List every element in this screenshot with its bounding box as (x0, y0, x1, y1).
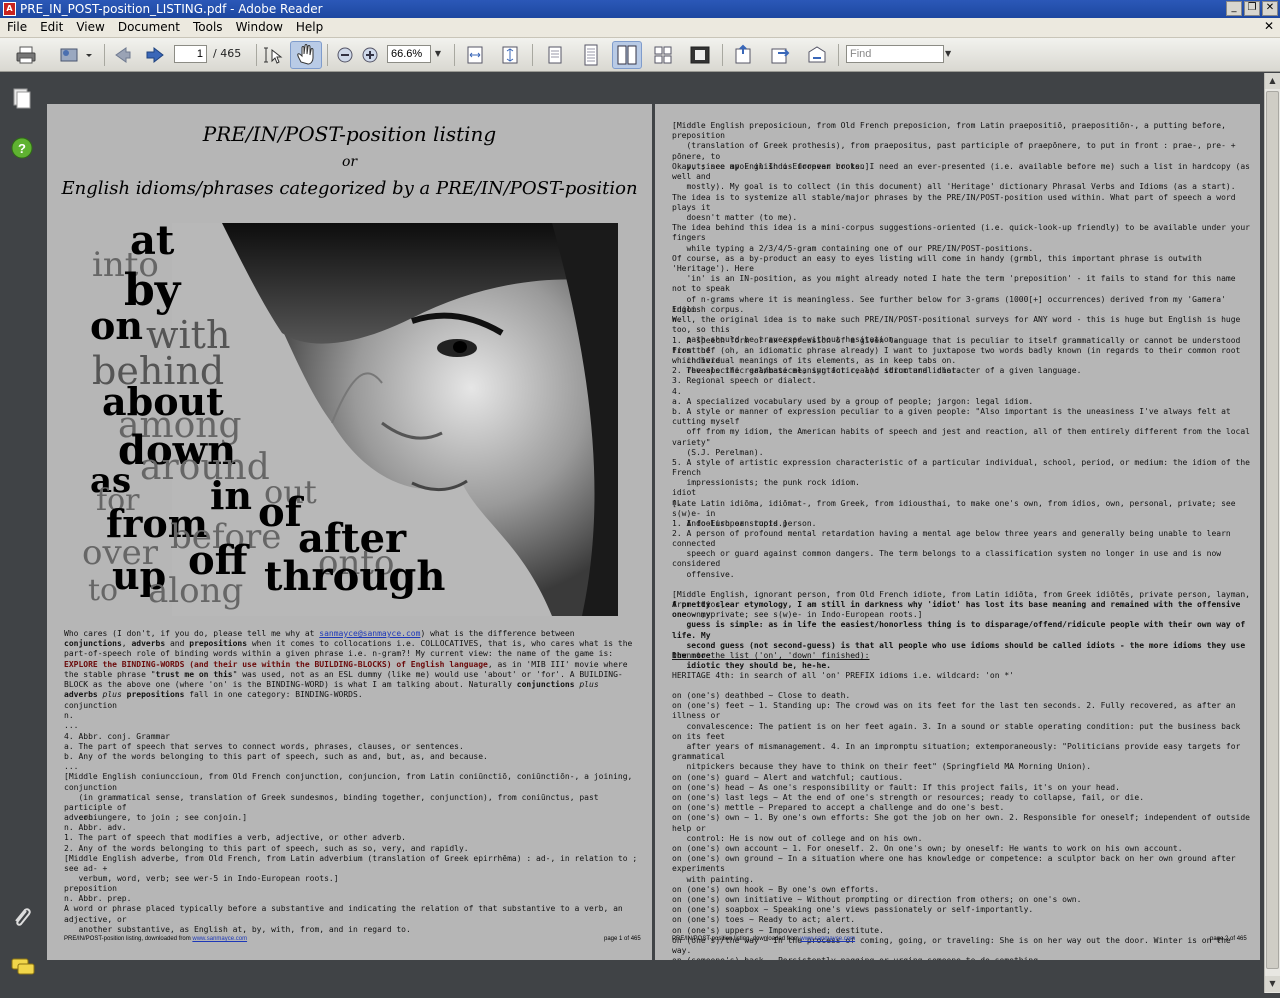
menu-document[interactable]: Document (111, 18, 186, 38)
sign-icon[interactable] (805, 44, 829, 66)
conjunction-definition: conjunction n. ... 4. Abbr. conj. Gramma… (64, 701, 633, 823)
pdf-page-2: [Middle English preposicioun, from Old F… (655, 104, 1260, 960)
menu-bar: File Edit View Document Tools Window Help ✕ (0, 18, 1280, 38)
hero-word: to (88, 573, 119, 608)
page-number-input[interactable]: 1 (174, 45, 207, 63)
collaborate-icon[interactable] (58, 44, 94, 66)
comments-icon[interactable] (10, 956, 36, 982)
document-title: PRE/IN/POST-position listing (202, 122, 497, 146)
svg-text:?: ? (18, 141, 26, 156)
hero-word: along (148, 571, 244, 611)
full-screen-icon[interactable] (688, 44, 712, 66)
attachments-icon[interactable] (10, 905, 34, 933)
document-subtitle: English idioms/phrases categorized by a … (61, 178, 638, 199)
footer-link[interactable]: www.sanmayce.com (800, 936, 855, 942)
next-page-icon[interactable] (143, 44, 167, 66)
page-total-label: / 465 (213, 47, 242, 60)
idiom-list: on (one's) deathbed ~ Close to death. on… (672, 691, 1250, 960)
single-page-icon[interactable] (543, 44, 567, 66)
scrollbar-thumb[interactable] (1266, 91, 1279, 969)
hero-image: at into by on with behind about among do… (82, 223, 618, 616)
page-footer: PRE/IN/POST-position listing, downloaded… (672, 936, 856, 942)
heritage-heading: HERITAGE 4th: in search of all 'on' PREF… (672, 671, 1014, 680)
menu-edit[interactable]: Edit (33, 18, 69, 38)
window-title: PRE_IN_POST-position_LISTING.pdf - Adobe… (20, 2, 323, 16)
email-link[interactable]: sanmayce@sanmayce.com (319, 629, 420, 638)
zoom-input[interactable]: 66.6% (387, 45, 431, 63)
adverb-definition: adverb n. Abbr. adv. 1. The part of spee… (64, 813, 638, 884)
hand-tool-icon[interactable] (290, 41, 322, 69)
menu-help[interactable]: Help (289, 18, 329, 38)
list-heading: Down to the list ('on', 'down' finished)… (672, 651, 870, 660)
extract-pages-icon[interactable] (731, 44, 755, 66)
zoom-dropdown-icon[interactable]: ▼ (432, 45, 444, 63)
find-input[interactable]: Find (846, 45, 944, 63)
vertical-scrollbar[interactable]: ▲ ▼ (1264, 73, 1280, 993)
hero-word: in (210, 473, 253, 518)
scroll-down-icon[interactable]: ▼ (1265, 976, 1280, 992)
document-or: or (341, 154, 358, 170)
two-up-continuous-icon[interactable] (651, 44, 675, 66)
restore-button[interactable]: ❐ (1244, 1, 1260, 16)
adobe-reader-icon: A (3, 2, 16, 16)
menu-view[interactable]: View (69, 18, 110, 38)
menu-file[interactable]: File (0, 18, 33, 38)
menu-window[interactable]: Window (229, 18, 289, 38)
pdf-page-1: PRE/IN/POST-position listing or English … (47, 104, 652, 960)
find-options-icon[interactable]: ▼ (945, 45, 955, 63)
hero-word: through (264, 553, 446, 600)
page-number-footer: page 1 of 465 (604, 936, 641, 942)
menu-tools[interactable]: Tools (186, 18, 229, 38)
minimize-button[interactable]: _ (1226, 1, 1242, 16)
close-document-icon[interactable]: ✕ (1264, 19, 1274, 33)
hero-word: on (90, 303, 143, 348)
help-icon[interactable]: ? (11, 137, 33, 163)
window-titlebar: A PRE_IN_POST-position_LISTING.pdf - Ado… (0, 0, 1280, 18)
pages-panel-icon[interactable] (12, 87, 32, 113)
zoom-in-icon[interactable] (359, 44, 383, 66)
navigation-panel: ? (0, 73, 44, 998)
page-footer: PRE/IN/POST-position listing, downloaded… (64, 936, 248, 942)
close-button[interactable]: ✕ (1262, 1, 1278, 16)
continuous-page-icon[interactable] (579, 44, 603, 66)
footer-link[interactable]: www.sanmayce.com (192, 936, 247, 942)
share-icon[interactable] (768, 44, 792, 66)
zoom-out-icon[interactable] (334, 44, 358, 66)
intro-paragraph: Who cares (I don't, if you do, please te… (64, 629, 638, 700)
scroll-up-icon[interactable]: ▲ (1265, 73, 1280, 89)
fit-page-icon[interactable] (498, 44, 522, 66)
preposition-definition: preposition n. Abbr. prep. A word or phr… (64, 884, 623, 934)
two-up-icon[interactable] (612, 41, 642, 69)
page-number-footer: page 2 of 465 (1210, 936, 1247, 942)
print-icon[interactable] (14, 44, 38, 66)
previous-page-icon[interactable] (112, 44, 136, 66)
fit-width-icon[interactable] (463, 44, 487, 66)
select-tool-icon[interactable] (260, 44, 284, 66)
